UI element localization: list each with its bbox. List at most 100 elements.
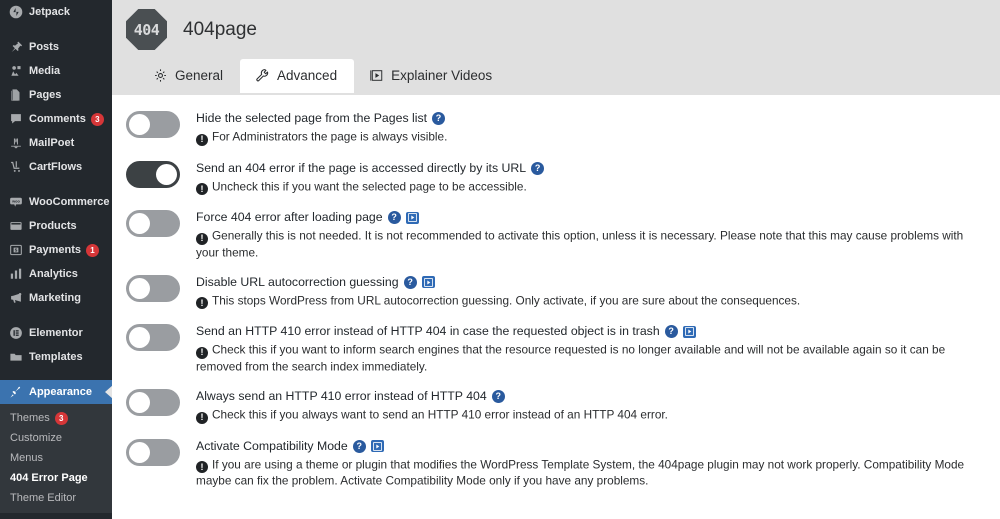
sidebar-item-label: Payments (29, 244, 81, 256)
video-icon[interactable] (405, 211, 419, 224)
toggle-switch[interactable] (126, 274, 180, 302)
setting-title: Activate Compatibility Mode (196, 438, 348, 453)
setting-description-line: ! Uncheck this if you want the selected p… (196, 179, 982, 195)
setting-title-line: Disable URL autocorrection guessing? (196, 275, 982, 290)
analytics-icon (7, 267, 24, 281)
sidebar-item-woocommerce[interactable]: woo WooCommerce (0, 190, 112, 214)
setting-title-line: Hide the selected page from the Pages li… (196, 111, 982, 126)
toggle-knob (129, 277, 150, 299)
sidebar-item-elementor[interactable]: Elementor (0, 321, 112, 345)
setting-description: Check this if you want to inform search … (196, 342, 946, 374)
info-icon: ! (196, 297, 208, 310)
brush-icon (7, 385, 24, 399)
cart-icon (7, 160, 24, 174)
toggle-switch[interactable] (126, 111, 180, 138)
setting-row: Activate Compatibility Mode?! If you are … (126, 438, 982, 489)
svg-text:woo: woo (11, 200, 20, 204)
info-icon: ! (196, 133, 208, 146)
setting-row: Send an 404 error if the page is accesse… (126, 160, 982, 195)
submenu-item-label: 404 Error Page (10, 472, 88, 484)
tab-general[interactable]: General (138, 59, 240, 93)
info-icon: ! (196, 232, 208, 245)
404page-logo-icon: 404 (126, 9, 167, 50)
sidebar-item-marketing[interactable]: Marketing (0, 286, 112, 310)
video-icon[interactable] (682, 325, 696, 338)
sidebar-item-jetpack[interactable]: Jetpack (0, 0, 112, 24)
setting-title-line: Send an 404 error if the page is accesse… (196, 161, 982, 176)
toggle-switch[interactable] (126, 324, 180, 352)
sidebar-item-analytics[interactable]: Analytics (0, 262, 112, 286)
video-icon[interactable] (421, 276, 435, 289)
sidebar-item-mailpoet[interactable]: M MailPoet (0, 131, 112, 155)
sidebar-item-products[interactable]: Products (0, 214, 112, 238)
help-icon[interactable]: ? (491, 390, 505, 404)
sidebar-item-templates[interactable]: Templates (0, 345, 112, 369)
sidebar-item-pages[interactable]: Pages (0, 83, 112, 107)
help-icon[interactable]: ? (664, 325, 678, 339)
setting-row: Force 404 error after loading page?! Gene… (126, 209, 982, 260)
submenu-item-label: Menus (10, 452, 44, 464)
payments-icon: $ (7, 243, 24, 257)
toggle-switch[interactable] (126, 160, 180, 188)
info-icon: ! (196, 346, 208, 359)
sidebar-item-posts[interactable]: Posts (0, 35, 112, 59)
help-icon[interactable]: ? (352, 439, 366, 453)
help-icon[interactable]: ? (432, 112, 446, 125)
submenu-item-menus[interactable]: Menus (0, 448, 112, 468)
tab-explainer-videos[interactable]: Explainer Videos (354, 59, 509, 93)
sidebar-item-badge: 3 (90, 112, 104, 126)
submenu-item-label: Customize (10, 432, 62, 444)
sidebar-item-label: Appearance (29, 386, 92, 398)
jetpack-icon (7, 5, 24, 19)
sidebar-item-media[interactable]: Media (0, 59, 112, 83)
advanced-settings-list: Hide the selected page from the Pages li… (112, 95, 1000, 489)
sidebar-item-appearance[interactable]: Appearance (0, 380, 112, 404)
admin-screen: Jetpack Posts Media Pages Comments 3 M MailPoet… (0, 0, 1000, 519)
setting-row: Always send an HTTP 410 error instead of… (126, 388, 982, 424)
sidebar-item-comments[interactable]: Comments 3 (0, 107, 112, 131)
submenu-item-404-error-page[interactable]: 404 Error Page (0, 468, 112, 488)
help-icon[interactable]: ? (403, 275, 417, 289)
setting-title-line: Send an HTTP 410 error instead of HTTP 4… (196, 324, 982, 339)
sidebar-item-payments[interactable]: $ Payments 1 (0, 238, 112, 262)
tab-label: Explainer Videos (391, 68, 493, 83)
toggle-switch[interactable] (126, 210, 180, 237)
setting-description: Check this if you always want to send an… (212, 407, 668, 422)
setting-description-line: ! Check this if you always want to send a… (196, 407, 982, 424)
sidebar-item-cartflows[interactable]: CartFlows (0, 155, 112, 179)
setting-title: Send an HTTP 410 error instead of HTTP 4… (196, 324, 660, 339)
sidebar-item-label: Analytics (29, 268, 78, 280)
setting-texts: Activate Compatibility Mode?! If you are … (196, 438, 982, 489)
sidebar-item-label: Templates (29, 351, 83, 363)
setting-description-line: ! This stops WordPress from URL autocorre… (196, 293, 982, 310)
settings-tabs: General Advanced Explainer Videos (112, 59, 1000, 93)
setting-texts: Hide the selected page from the Pages li… (196, 110, 982, 146)
wrench-icon (255, 68, 270, 83)
setting-title-line: Always send an HTTP 410 error instead of… (196, 389, 982, 404)
video-icon[interactable] (370, 440, 384, 453)
nav-separator (0, 24, 112, 35)
setting-texts: Send an 404 error if the page is accesse… (196, 160, 982, 195)
tab-advanced[interactable]: Advanced (240, 59, 355, 93)
setting-row: Send an HTTP 410 error instead of HTTP 4… (126, 323, 982, 374)
submenu-item-label: Theme Editor (10, 492, 77, 504)
help-icon[interactable]: ? (531, 161, 545, 175)
sidebar-item-label: Pages (29, 89, 62, 101)
submenu-item-themes[interactable]: Themes 3 (0, 408, 112, 428)
plugin-header: 404 404page General Advanced Explainer Vid… (112, 0, 1000, 95)
toggle-switch[interactable] (126, 438, 180, 466)
submenu-item-customize[interactable]: Customize (0, 428, 112, 448)
help-icon[interactable]: ? (387, 211, 401, 224)
page-title: 404page (183, 18, 257, 40)
sidebar-item-label: Products (29, 220, 77, 232)
elementor-icon (7, 326, 24, 340)
sidebar-item-label: Media (29, 65, 61, 77)
toggle-switch[interactable] (126, 389, 180, 417)
setting-title: Always send an HTTP 410 error instead of… (196, 389, 487, 404)
sidebar-item-plugins[interactable]: Plugins1 (0, 513, 112, 519)
submenu-item-label: Themes (10, 412, 50, 424)
megaphone-icon (7, 291, 24, 305)
setting-description: If you are using a theme or plugin that … (196, 457, 965, 488)
sidebar-item-label: Comments (29, 113, 86, 125)
submenu-item-theme-editor[interactable]: Theme Editor (0, 488, 112, 508)
